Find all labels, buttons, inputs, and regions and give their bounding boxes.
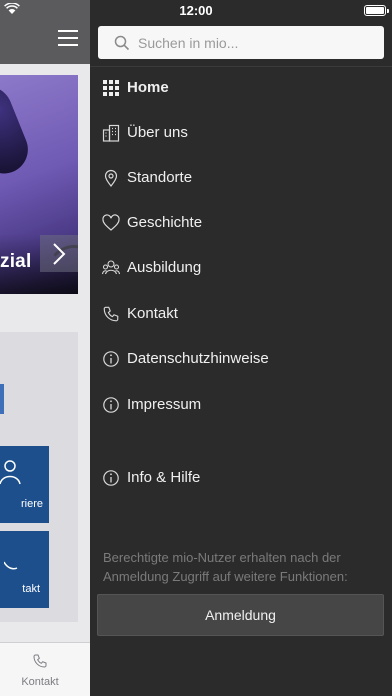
people-icon <box>102 260 120 275</box>
info-icon <box>103 470 119 486</box>
nav-item-ueber-uns[interactable]: Über uns <box>90 113 392 153</box>
info-icon <box>103 397 119 413</box>
nav-label: Über uns <box>127 124 188 141</box>
status-bar: 12:00 <box>0 0 392 20</box>
logo-fragment <box>0 384 4 414</box>
building-icon <box>102 124 120 142</box>
people-icon <box>0 460 21 485</box>
tile-kontakt[interactable]: takt <box>0 531 49 608</box>
search-box[interactable] <box>98 26 384 59</box>
tile-label: riere <box>20 498 43 510</box>
status-time: 12:00 <box>179 3 213 18</box>
phone-icon <box>103 306 119 322</box>
nav-item-standorte[interactable]: Standorte <box>90 158 392 198</box>
nav-item-kontakt[interactable]: Kontakt <box>90 294 392 334</box>
nav-label: Standorte <box>127 169 193 186</box>
grid-icon <box>103 80 119 96</box>
navigation-drawer: Home Über uns Standorte Geschichte <box>90 0 392 696</box>
login-button[interactable]: Anmeldung <box>97 594 384 636</box>
tab-kontakt[interactable]: Kontakt <box>0 643 90 696</box>
nav-label: Datenschutzhinweise <box>127 350 269 367</box>
microphone-illustration <box>0 79 36 181</box>
nav-item-ausbildung[interactable]: Ausbildung <box>90 248 392 288</box>
tile-karriere[interactable]: riere <box>0 446 49 523</box>
nav-item-datenschutzhinweise[interactable]: Datenschutzhinweise <box>90 339 392 379</box>
nav-label: Info & Hilfe <box>127 469 201 486</box>
location-pin-icon <box>104 169 118 187</box>
search-icon <box>114 35 130 51</box>
tab-label: Kontakt <box>21 676 59 688</box>
info-icon <box>103 351 119 367</box>
nav-item-impressum[interactable]: Impressum <box>90 385 392 425</box>
phone-icon <box>4 561 18 570</box>
tile-label: takt <box>22 583 40 595</box>
nav-item-home[interactable]: Home <box>90 68 392 108</box>
chevron-right-icon <box>53 242 66 265</box>
divider <box>90 66 392 67</box>
nav-label: Home <box>127 79 169 96</box>
battery-icon <box>364 5 389 16</box>
nav-label: Geschichte <box>127 214 203 231</box>
nav-item-geschichte[interactable]: Geschichte <box>90 203 392 243</box>
hero-title: zial <box>0 251 32 272</box>
heart-icon <box>102 214 120 231</box>
carousel-next-button[interactable] <box>40 235 78 272</box>
phone-icon <box>33 654 47 668</box>
nav-label: Ausbildung <box>127 259 202 276</box>
hamburger-menu-icon[interactable] <box>58 30 78 46</box>
nav-item-info-hilfe[interactable]: Info & Hilfe <box>90 458 392 498</box>
search-input[interactable] <box>138 26 378 59</box>
nav-label: Impressum <box>127 396 202 413</box>
login-hint-text: Berechtigte mio-Nutzer erhalten nach der… <box>103 550 348 584</box>
hero-image: zial <box>0 75 78 294</box>
nav-label: Kontakt <box>127 305 178 322</box>
tab-bar: Kontakt <box>0 642 90 696</box>
background-app: zial riere takt Kontakt <box>0 0 90 696</box>
